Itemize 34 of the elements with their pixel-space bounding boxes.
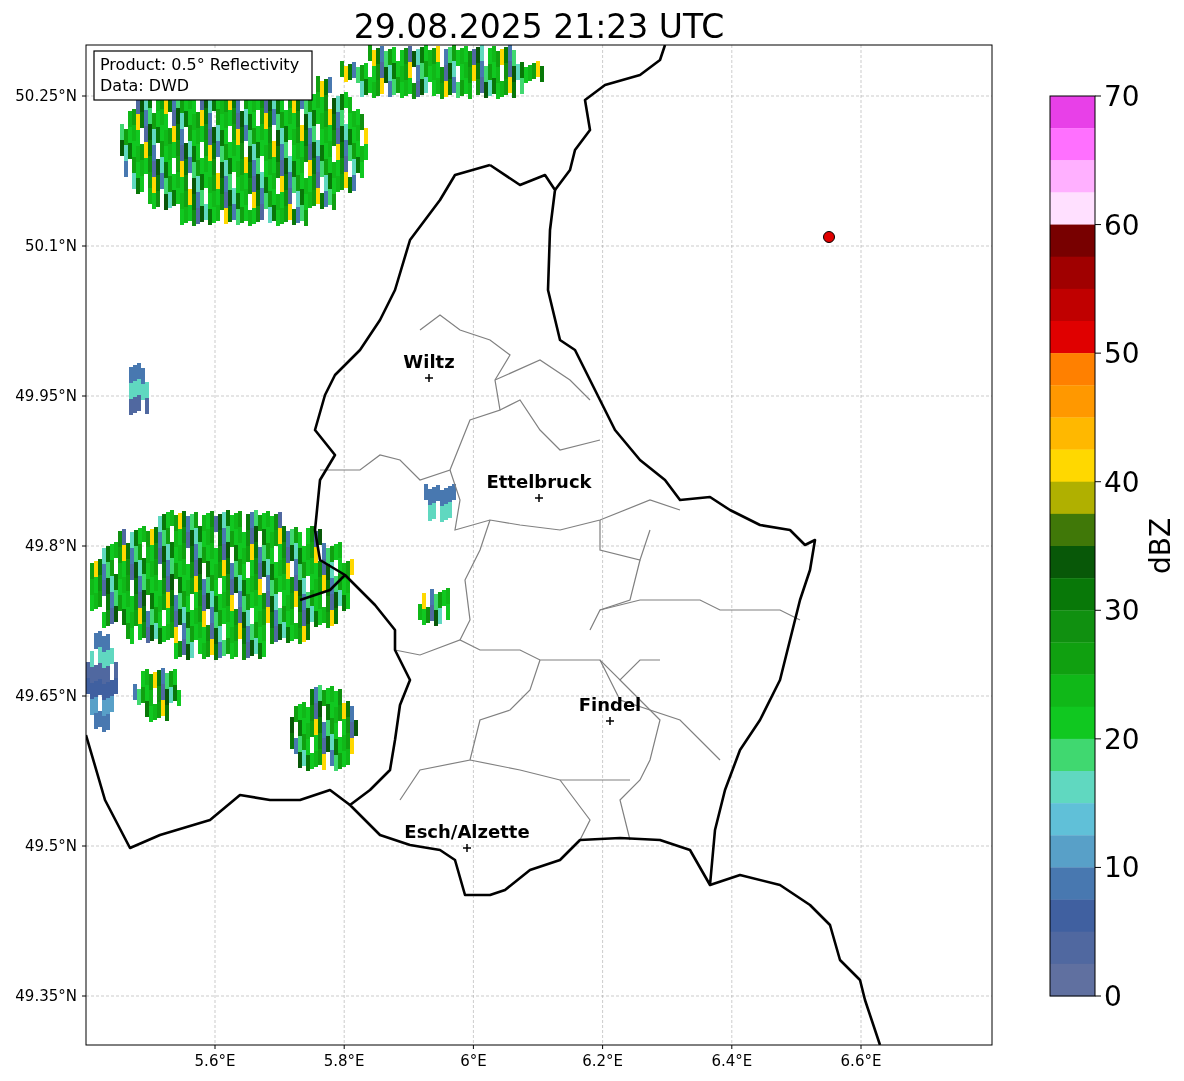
info-text: Product: 0.5° Reflectivity: [100, 55, 300, 74]
axis-tick-label: 6.4°E: [711, 1052, 753, 1070]
axis-tick-label: 50.25°N: [15, 87, 77, 105]
colorbar-tick-label: 30: [1104, 594, 1140, 628]
colorbar-tick-label: 70: [1104, 80, 1140, 113]
city-marker-icon: [424, 373, 434, 383]
axis-tick-label: 49.65°N: [15, 687, 77, 705]
location-dot: [823, 231, 835, 243]
axis-tick-label: 6°E: [460, 1052, 487, 1070]
city-label: Findel: [578, 694, 642, 715]
city-label: Wiltz: [403, 351, 455, 372]
city-marker-icon: [462, 843, 472, 853]
colorbar-tick-label: 10: [1104, 851, 1140, 885]
city-marker-icon: [534, 493, 544, 503]
city-marker-icon: [605, 716, 615, 726]
axis-tick-label: 49.5°N: [24, 837, 77, 855]
colorbar-tick-label: 20: [1104, 722, 1140, 756]
axis-tick-label: 6.2°E: [582, 1052, 623, 1070]
colorbar-label: dBZ: [1144, 517, 1177, 575]
axis-tick-label: 5.8°E: [323, 1052, 365, 1070]
city-label: Esch/Alzette: [404, 821, 530, 842]
axis-tick-label: 50.1°N: [24, 237, 77, 255]
axis-tick-label: 49.95°N: [15, 387, 77, 405]
colorbar-tick-label: 50: [1104, 337, 1140, 371]
axis-tick-label: 5.6°E: [194, 1052, 236, 1070]
axis-tick-label: 49.35°N: [15, 987, 77, 1005]
axis-tick-label: 49.8°N: [24, 537, 77, 555]
axis-tick-label: 6.6°E: [840, 1052, 882, 1070]
colorbar-tick-label: 40: [1104, 465, 1140, 499]
city-label: Ettelbruck: [486, 471, 592, 492]
info-text: Data: DWD: [100, 76, 190, 95]
colorbar-tick-label: 60: [1104, 208, 1140, 242]
colorbar-tick-label: 0: [1104, 980, 1122, 1013]
map-title: 29.08.2025 21:23 UTC: [353, 7, 725, 46]
